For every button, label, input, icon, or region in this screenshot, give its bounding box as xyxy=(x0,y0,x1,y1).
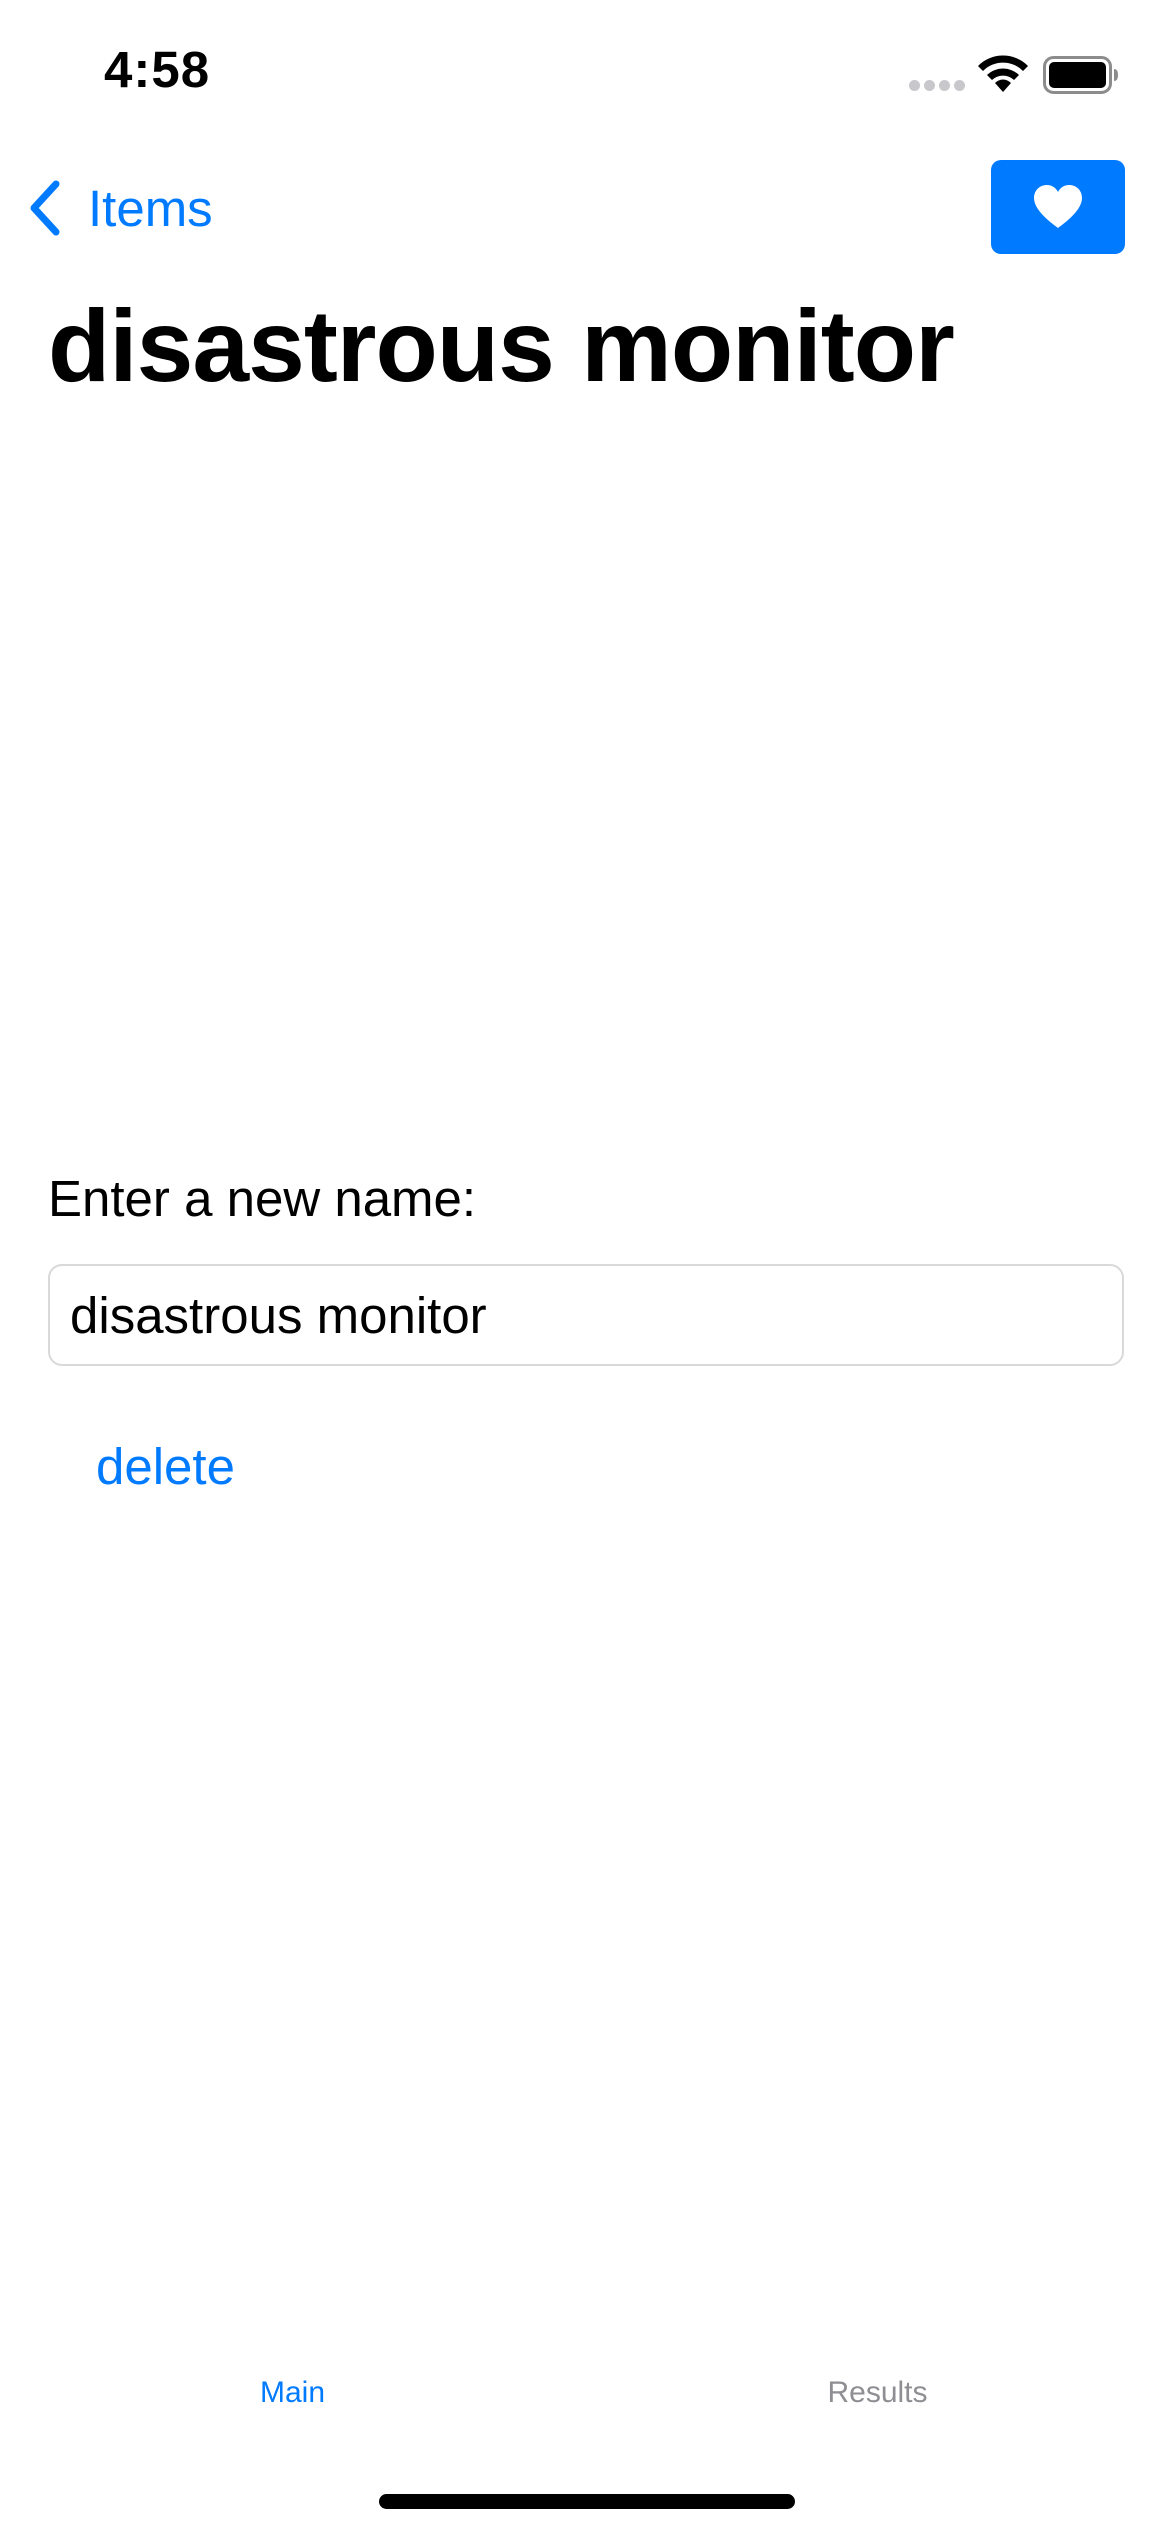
name-field-label: Enter a new name: xyxy=(48,1170,477,1227)
tab-results[interactable]: Results xyxy=(585,2376,1170,2410)
battery-icon xyxy=(1043,56,1118,94)
tab-bar: Main Results xyxy=(0,2360,1170,2450)
name-input[interactable] xyxy=(48,1264,1124,1366)
tab-main[interactable]: Main xyxy=(0,2376,585,2410)
back-button-label: Items xyxy=(88,179,213,237)
cellular-signal-icon xyxy=(909,80,965,94)
status-bar: 4:58 xyxy=(0,0,1170,150)
home-indicator[interactable] xyxy=(379,2494,795,2509)
chevron-left-icon xyxy=(30,180,60,236)
back-button[interactable]: Items xyxy=(24,172,213,244)
page-title: disastrous monitor xyxy=(48,289,955,403)
status-time: 4:58 xyxy=(104,41,211,98)
delete-button[interactable]: delete xyxy=(96,1436,235,1497)
favorite-button[interactable] xyxy=(991,160,1125,254)
heart-icon xyxy=(1034,185,1082,228)
wifi-icon xyxy=(978,55,1028,92)
